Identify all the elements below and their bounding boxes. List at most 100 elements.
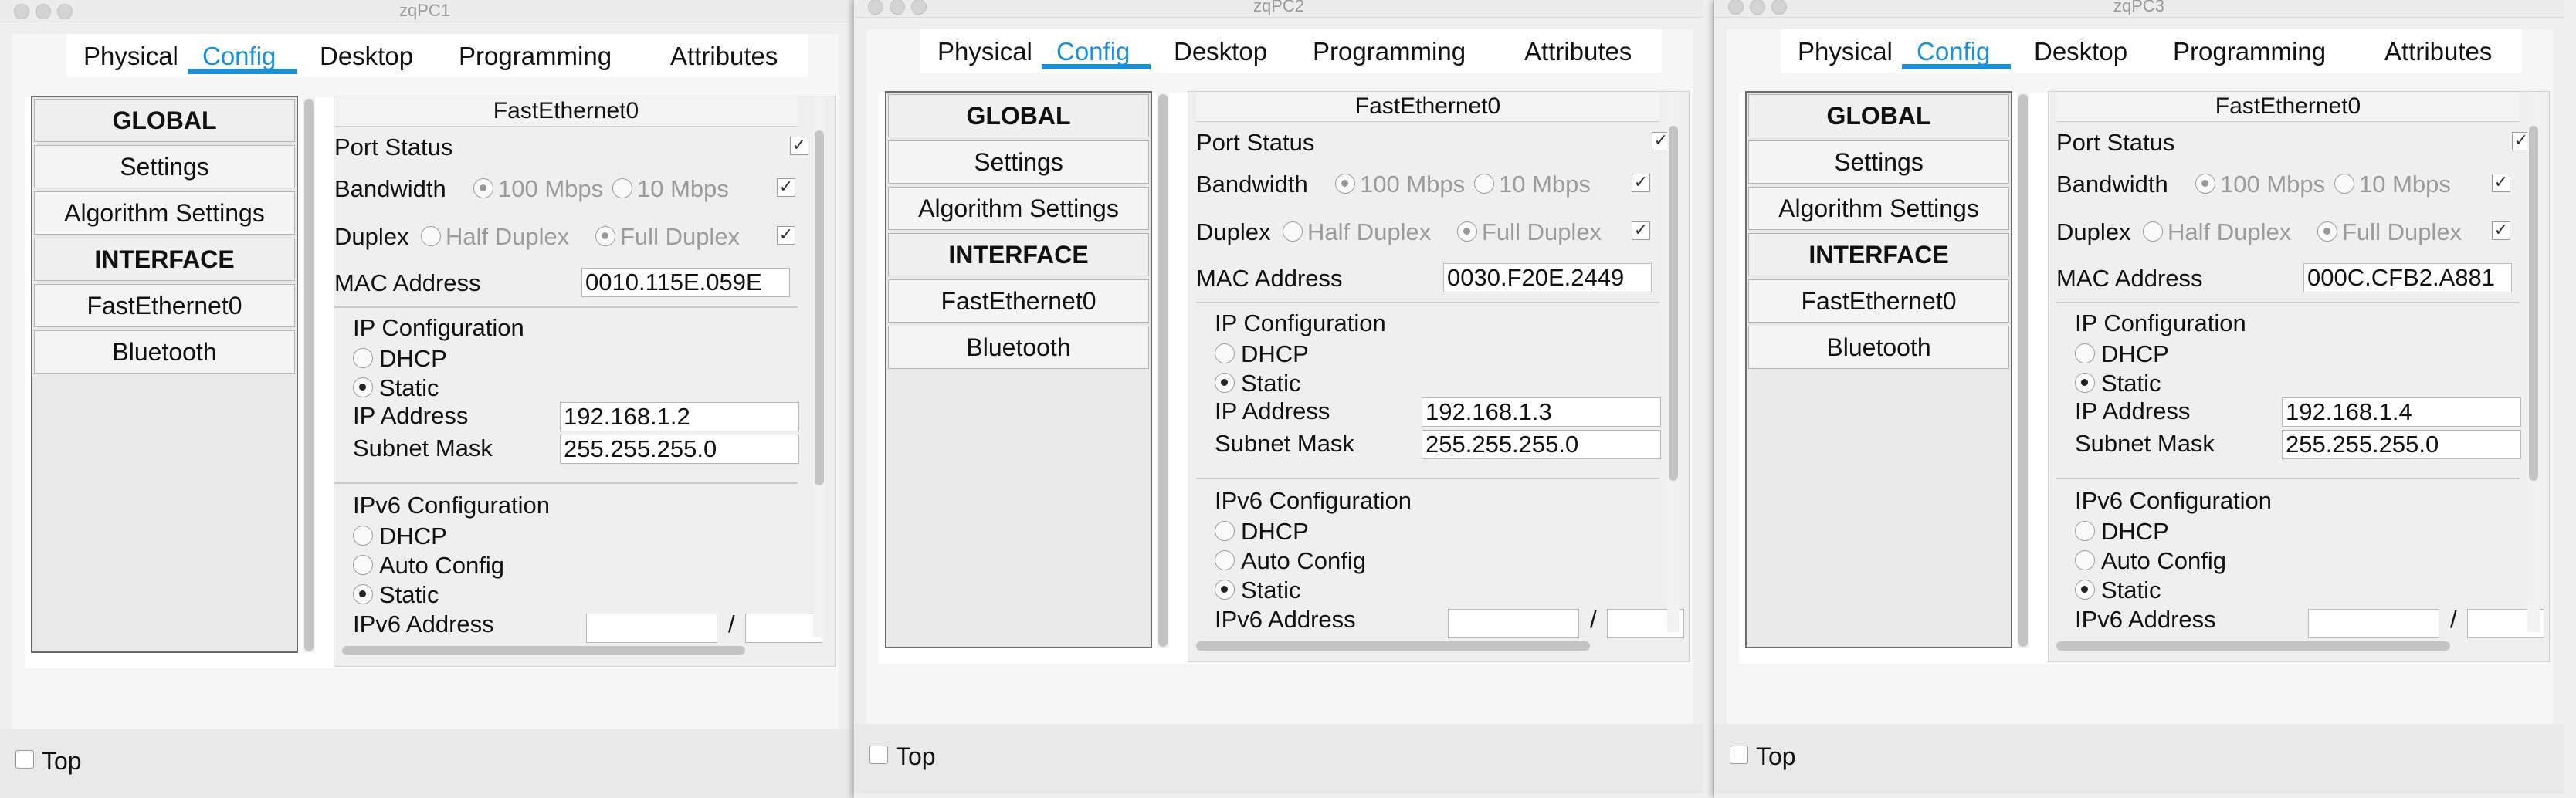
tab-attributes[interactable]: Attributes [2384, 37, 2492, 66]
ipv6-dhcp-radio[interactable] [2075, 521, 2095, 541]
mac-address-field[interactable]: 000C.CFB2.A881 [2303, 263, 2512, 292]
bandwidth-10-radio[interactable] [2334, 174, 2354, 194]
bandwidth-auto-checkbox[interactable]: ✓ [2492, 174, 2510, 192]
tab-programming[interactable]: Programming [2173, 37, 2326, 66]
subnet-mask-field[interactable]: 255.255.255.0 [560, 435, 799, 464]
panel-hscrollbar-thumb[interactable] [342, 646, 745, 655]
bandwidth-100-radio[interactable] [473, 178, 493, 198]
ipv6-auto-config-radio[interactable] [1215, 550, 1235, 570]
ipv6-auto-config-radio[interactable] [353, 555, 373, 575]
bandwidth-10-radio[interactable] [1474, 174, 1494, 194]
mac-address-field[interactable]: 0030.F20E.2449 [1443, 263, 1652, 292]
nav-item-fastethernet0[interactable]: FastEthernet0 [1748, 279, 2009, 323]
tab-programming[interactable]: Programming [1313, 37, 1466, 66]
panel-vscrollbar-thumb[interactable] [815, 130, 824, 485]
panel-hscrollbar-thumb[interactable] [1196, 641, 1590, 651]
nav-item-algorithm-settings[interactable]: Algorithm Settings [34, 191, 295, 235]
panel-hscrollbar-thumb[interactable] [2056, 641, 2450, 651]
nav-scrollbar-thumb[interactable] [304, 99, 314, 651]
tab-config[interactable]: Config [1917, 37, 1990, 66]
bandwidth-auto-checkbox[interactable]: ✓ [777, 178, 795, 197]
tab-desktop[interactable]: Desktop [320, 42, 413, 71]
ip-address-field[interactable]: 192.168.1.4 [2282, 397, 2521, 427]
full-duplex-radio[interactable] [1457, 221, 1477, 242]
half-duplex-radio[interactable] [2143, 221, 2163, 242]
title-bar[interactable]: zqPC1 [0, 0, 849, 22]
subnet-mask-field[interactable]: 255.255.255.0 [1422, 430, 1661, 459]
ip-dhcp-radio[interactable] [2075, 343, 2095, 363]
nav-item-settings[interactable]: Settings [1748, 140, 2009, 184]
title-bar[interactable]: zqPC3 [1714, 0, 2564, 18]
mac-address-label: MAC Address [2056, 265, 2203, 292]
ipv6-prefix-field[interactable] [745, 614, 822, 643]
nav-item-bluetooth[interactable]: Bluetooth [888, 326, 1149, 369]
ipv6-dhcp-radio[interactable] [353, 526, 373, 546]
panel-vscrollbar-thumb[interactable] [1669, 126, 1678, 481]
bandwidth-auto-checkbox[interactable]: ✓ [1632, 174, 1650, 192]
ip-dhcp-radio[interactable] [353, 348, 373, 368]
tab-attributes[interactable]: Attributes [670, 42, 778, 71]
title-bar[interactable]: zqPC2 [854, 0, 1703, 18]
tab-programming[interactable]: Programming [459, 42, 612, 71]
nav-item-bluetooth[interactable]: Bluetooth [34, 330, 295, 374]
ipv6-static-radio[interactable] [2075, 580, 2095, 600]
ip-static-radio[interactable] [1215, 373, 1235, 393]
nav-item-algorithm-settings[interactable]: Algorithm Settings [1748, 187, 2009, 230]
ipv6-address-label: IPv6 Address [353, 610, 494, 637]
top-checkbox[interactable] [15, 750, 34, 769]
ipv6-address-field[interactable] [1448, 609, 1579, 638]
ip-address-field[interactable]: 192.168.1.3 [1422, 397, 1661, 427]
tab-physical[interactable]: Physical [83, 42, 178, 71]
nav-scrollbar[interactable] [1157, 93, 1169, 648]
tab-desktop[interactable]: Desktop [1174, 37, 1267, 66]
ipv6-address-field[interactable] [586, 614, 717, 643]
ipv6-static-radio[interactable] [1215, 580, 1235, 600]
half-duplex-radio[interactable] [1283, 221, 1303, 242]
nav-scrollbar-thumb[interactable] [2018, 94, 2028, 647]
nav-item-algorithm-settings[interactable]: Algorithm Settings [888, 187, 1149, 230]
tab-attributes[interactable]: Attributes [1524, 37, 1632, 66]
top-checkbox-label: Top [42, 747, 82, 775]
ip-dhcp-label: DHCP [1241, 340, 1309, 367]
top-checkbox[interactable] [869, 746, 888, 764]
ipv6-address-field[interactable] [2308, 609, 2439, 638]
nav-scrollbar[interactable] [2017, 93, 2029, 648]
tab-physical[interactable]: Physical [937, 37, 1032, 66]
nav-item-fastethernet0[interactable]: FastEthernet0 [888, 279, 1149, 323]
nav-item-settings[interactable]: Settings [888, 140, 1149, 184]
bandwidth-100-radio[interactable] [1335, 174, 1355, 194]
duplex-auto-checkbox[interactable]: ✓ [2492, 221, 2510, 240]
bandwidth-10-radio[interactable] [612, 178, 632, 198]
mac-address-field[interactable]: 0010.115E.059E [581, 268, 790, 297]
port-status-checkbox[interactable]: ✓ [790, 137, 808, 155]
tab-config[interactable]: Config [1056, 37, 1130, 66]
nav-item-fastethernet0[interactable]: FastEthernet0 [34, 284, 295, 327]
nav-scrollbar-thumb[interactable] [1158, 94, 1168, 647]
ip-static-radio[interactable] [353, 377, 373, 397]
half-duplex-radio[interactable] [421, 226, 441, 246]
nav-scrollbar[interactable] [303, 97, 315, 653]
duplex-auto-checkbox[interactable]: ✓ [777, 226, 795, 245]
tab-desktop[interactable]: Desktop [2034, 37, 2127, 66]
ip-address-field[interactable]: 192.168.1.2 [560, 402, 799, 431]
ipv6-auto-config-radio[interactable] [2075, 550, 2095, 570]
top-checkbox[interactable] [1730, 746, 1748, 764]
ip-dhcp-radio[interactable] [1215, 343, 1235, 363]
panel-vscrollbar[interactable] [813, 96, 825, 637]
ipv6-dhcp-radio[interactable] [1215, 521, 1235, 541]
panel-vscrollbar[interactable] [1667, 92, 1679, 632]
subnet-mask-field[interactable]: 255.255.255.0 [2282, 430, 2521, 459]
bandwidth-100-radio[interactable] [2195, 174, 2215, 194]
tab-config[interactable]: Config [202, 42, 276, 71]
nav-item-settings[interactable]: Settings [34, 145, 295, 188]
nav-item-bluetooth[interactable]: Bluetooth [1748, 326, 2009, 369]
full-duplex-radio[interactable] [2317, 221, 2337, 242]
config-nav-panel: GLOBAL Settings Algorithm Settings INTER… [885, 91, 1152, 648]
panel-vscrollbar-thumb[interactable] [2529, 126, 2538, 481]
tab-physical[interactable]: Physical [1798, 37, 1893, 66]
panel-vscrollbar[interactable] [2527, 92, 2540, 632]
ipv6-static-radio[interactable] [353, 584, 373, 604]
ip-static-radio[interactable] [2075, 373, 2095, 393]
full-duplex-radio[interactable] [595, 226, 615, 246]
duplex-auto-checkbox[interactable]: ✓ [1632, 221, 1650, 240]
